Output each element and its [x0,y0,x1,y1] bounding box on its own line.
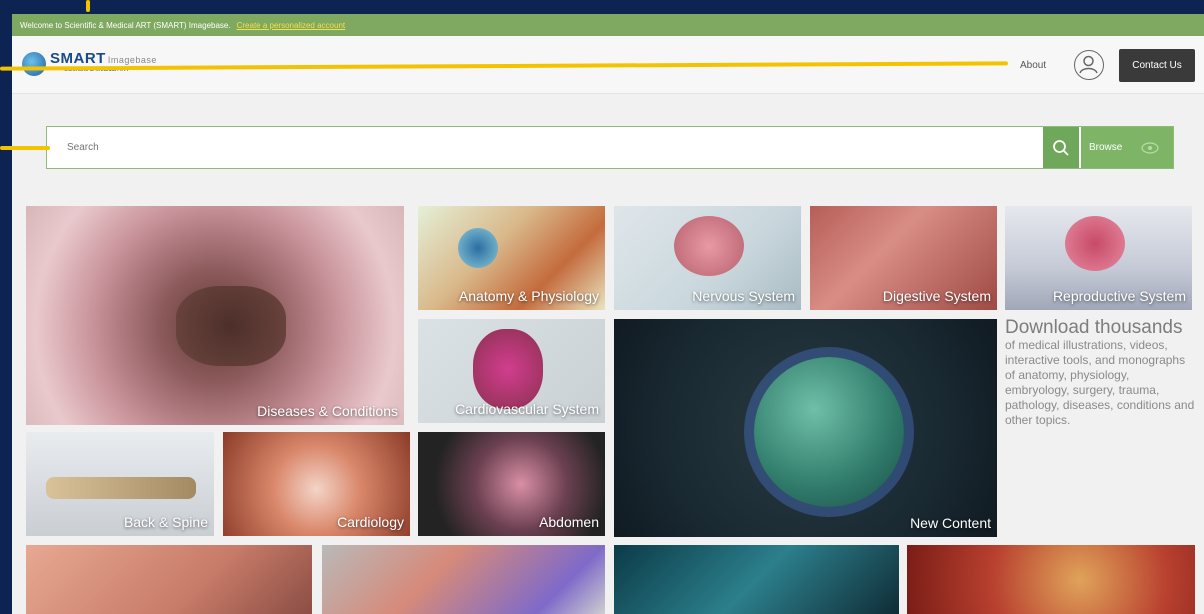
tile-label: Anatomy & Physiology [458,288,599,304]
tile-cardiovascular-system[interactable]: Cardiovascular System [418,319,605,423]
tile-label: Abdomen [539,514,599,530]
search-input[interactable] [47,127,1043,168]
tile-bottom-1[interactable] [26,545,312,614]
search-button[interactable] [1043,127,1079,168]
tile-label: Cardiovascular System [455,401,599,417]
annotation-tick [86,0,90,12]
tile-diseases-conditions[interactable]: Diseases & Conditions [26,206,404,425]
tile-label: Cardiology [337,514,404,530]
tile-digestive-system[interactable]: Digestive System [810,206,997,310]
browse-button[interactable]: Browse [1081,127,1173,168]
tile-image [458,228,498,268]
welcome-text: Welcome to Scientific & Medical ART (SMA… [20,20,231,30]
browse-label: Browse [1089,142,1123,153]
smart-logo[interactable]: SMARTImagebase Scientific & Medical ART [22,50,157,76]
smart-imagebase-page: Welcome to Scientific & Medical ART (SMA… [12,14,1204,614]
tile-cardiology[interactable]: Cardiology [223,432,410,536]
tile-image [176,286,286,366]
tile-abdomen[interactable]: Abdomen [418,432,605,536]
tile-reproductive-system[interactable]: Reproductive System [1005,206,1192,310]
create-account-link[interactable]: Create a personalized account [237,21,346,30]
tile-image [473,329,543,409]
tile-bottom-2[interactable] [322,545,605,614]
promo-body: of medical illustrations, videos, intera… [1005,338,1195,427]
tile-label: Back & Spine [123,514,208,530]
tile-image [1065,216,1125,271]
logo-sub-text: Imagebase [107,55,157,65]
about-link[interactable]: About [1020,60,1046,71]
logo-main-text: SMART [50,50,106,67]
tile-anatomy-physiology[interactable]: Anatomy & Physiology [418,206,605,310]
tile-label: New Content [910,515,991,531]
tile-label: Reproductive System [1052,288,1186,304]
promo-text: Download thousands of medical illustrati… [1005,318,1195,428]
search-icon [1053,139,1069,156]
welcome-bar: Welcome to Scientific & Medical ART (SMA… [12,14,1204,36]
virus-image [754,357,904,507]
tile-label: Digestive System [882,288,991,304]
tile-image [46,477,196,499]
eye-icon [1141,141,1159,154]
tile-bottom-4[interactable] [907,545,1195,614]
tile-label: Nervous System [692,288,795,304]
promo-title: Download thousands [1005,317,1183,338]
tile-new-content[interactable]: New Content [614,319,997,537]
tile-image [674,216,744,276]
tile-back-spine[interactable]: Back & Spine [26,432,214,536]
contact-us-button[interactable]: Contact Us [1119,49,1195,82]
user-account-icon[interactable] [1074,50,1104,80]
annotation-line-search [0,146,50,150]
search-bar: Browse [46,126,1174,169]
tile-bottom-3[interactable] [614,545,899,614]
tile-label: Diseases & Conditions [257,403,398,419]
tile-nervous-system[interactable]: Nervous System [614,206,801,310]
logo-title: SMART Imagebase [50,50,157,67]
logo-mark-icon [22,52,46,76]
